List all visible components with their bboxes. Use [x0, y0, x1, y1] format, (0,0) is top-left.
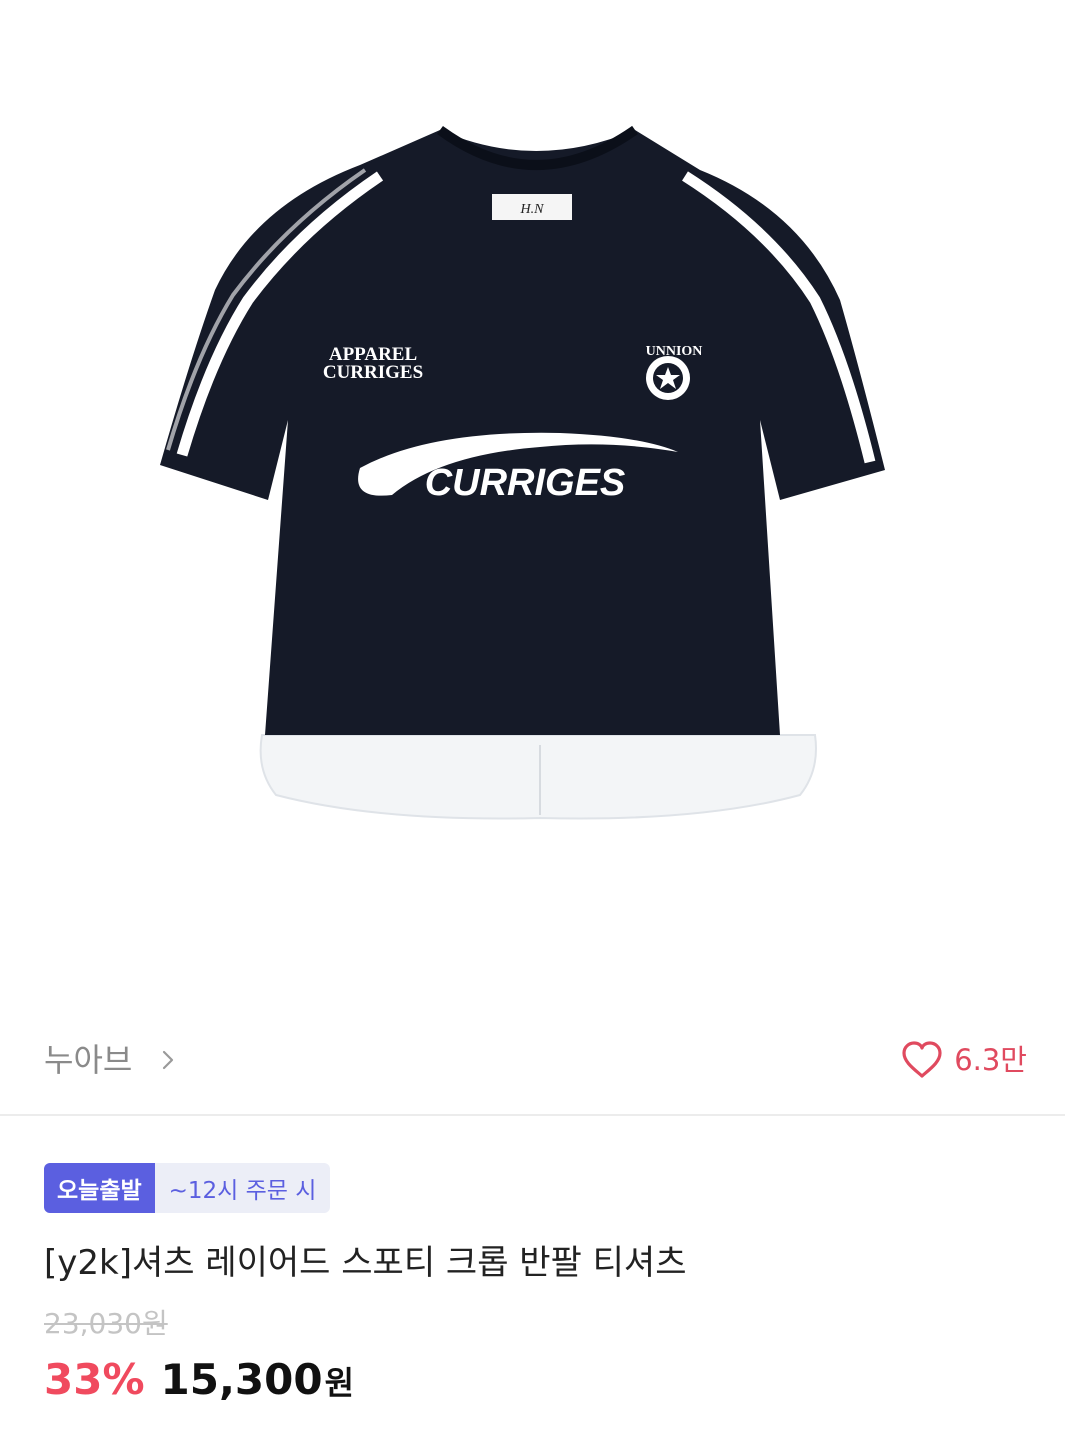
like-button[interactable]: 6.3만: [900, 1036, 1027, 1084]
heart-outline-icon: [902, 1041, 942, 1078]
price-row: 33% 15,300 원: [44, 1355, 1024, 1408]
store-row: 누아브 6.3만: [0, 1010, 1065, 1116]
original-price: 23,030원: [44, 1307, 168, 1340]
product-image[interactable]: H.N APPAREL CURRIGES UNNION CURRIGES: [0, 0, 1065, 1010]
neck-label-text: H.N: [520, 202, 545, 217]
print-small-line2: CURRIGES: [323, 362, 423, 383]
shirt-hem-layer: [259, 734, 817, 820]
product-title: [y2k]셔츠 레이어드 스포티 크롭 반팔 티셔츠: [44, 1243, 687, 1283]
print-main: CURRIGES: [425, 462, 626, 504]
store-name-link[interactable]: 누아브: [44, 1038, 132, 1082]
delivery-badge: 오늘출발 ~12시 주문 시: [44, 1163, 1024, 1213]
sale-price: 15,300: [160, 1355, 323, 1404]
badge-text: UNNION: [646, 344, 703, 359]
currency-unit: 원: [324, 1364, 355, 1402]
discount-rate: 33%: [44, 1355, 145, 1404]
t-shirt-illustration: H.N APPAREL CURRIGES UNNION CURRIGES: [160, 125, 885, 820]
product-info: 오늘출발 ~12시 주문 시 [y2k]셔츠 레이어드 스포티 크롭 반팔 티셔…: [44, 1163, 1024, 1408]
today-ship-badge: 오늘출발: [44, 1163, 155, 1213]
shirt-body: [160, 130, 885, 735]
like-count: 6.3만: [954, 1043, 1027, 1077]
order-cutoff-badge: ~12시 주문 시: [154, 1163, 331, 1213]
chevron-right-icon[interactable]: [158, 1040, 180, 1080]
